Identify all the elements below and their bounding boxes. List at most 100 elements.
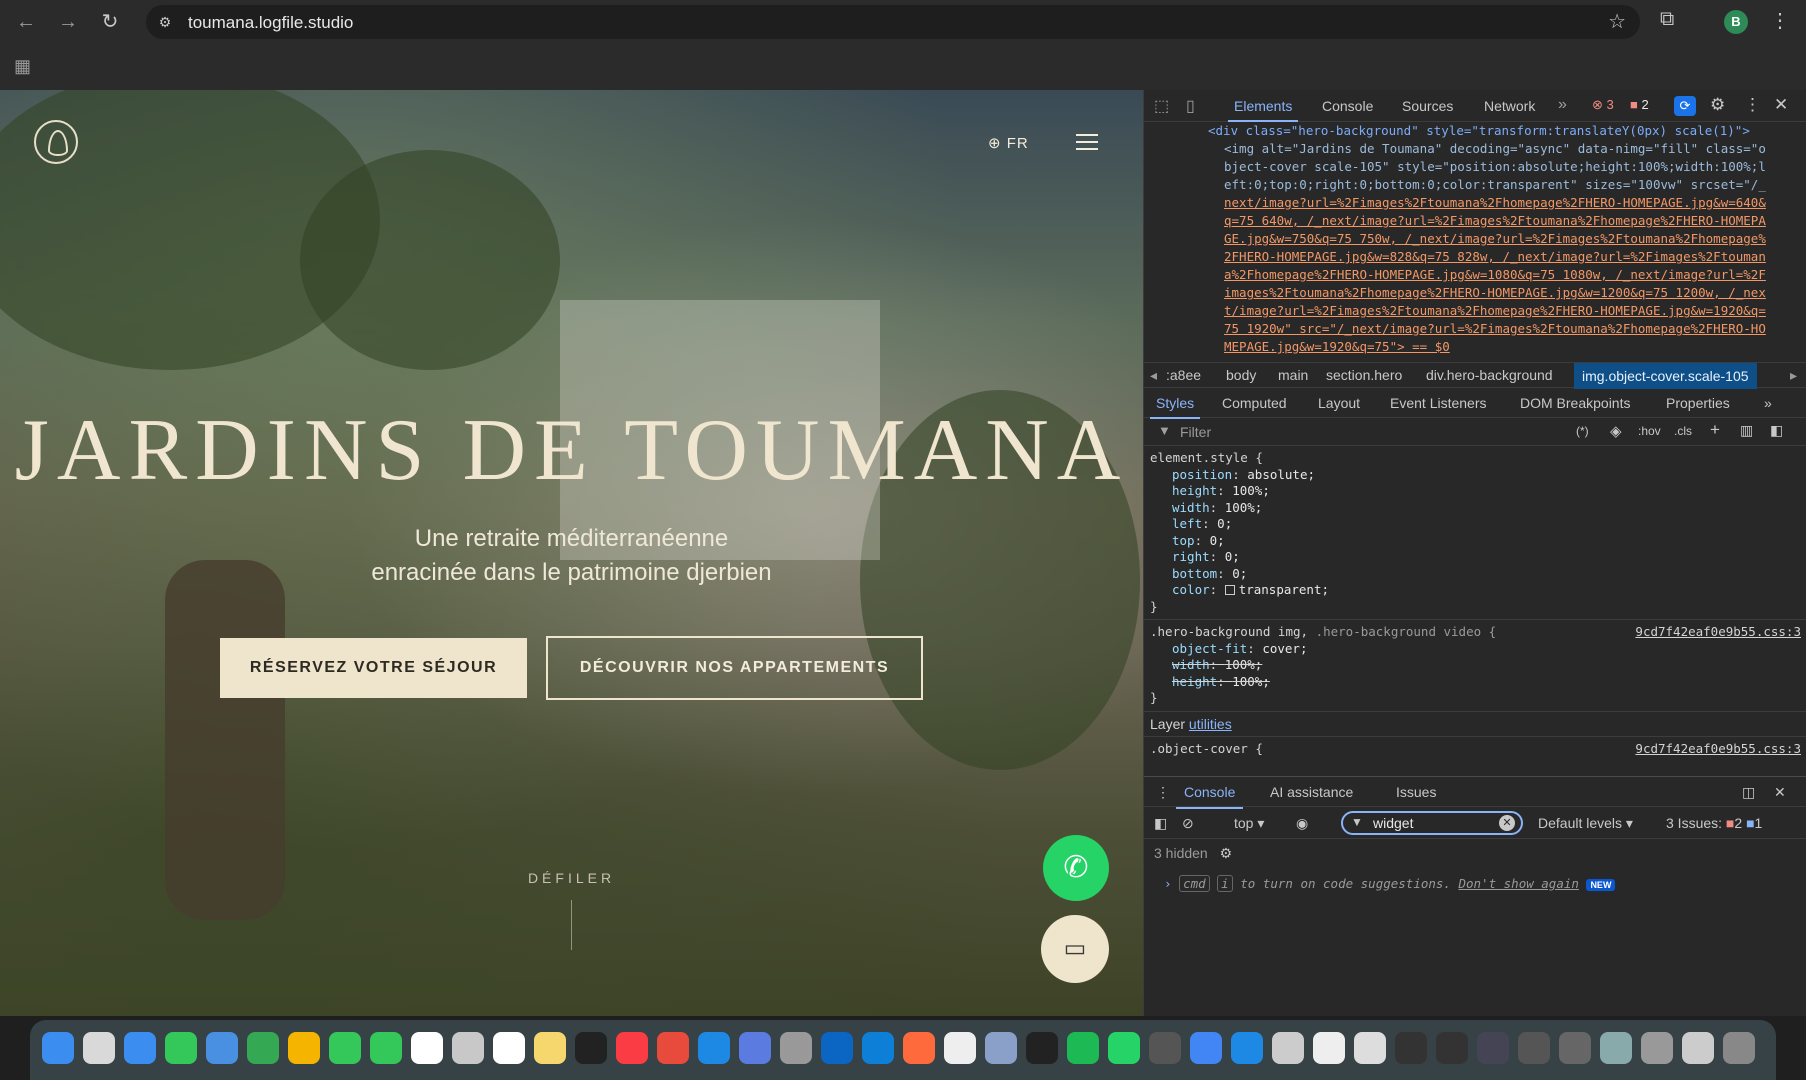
forward-icon[interactable]: → <box>54 8 82 36</box>
dom-tree-line[interactable]: a%2Fhomepage%2FHERO-HOMEPAGE.jpg&w=1080&… <box>1152 266 1806 284</box>
profile-avatar[interactable]: B <box>1724 10 1748 34</box>
url-text[interactable]: toumana.logfile.studio <box>188 13 353 33</box>
log-levels-dropdown[interactable]: Default levels ▾ <box>1538 815 1633 832</box>
stylesheet-source-link[interactable]: 9cd7f42eaf0e9b55.css:3 <box>1635 624 1801 641</box>
css-declaration[interactable]: object-fit: cover; <box>1150 641 1801 658</box>
error-count-badge[interactable]: ⊗ 3 <box>1592 97 1614 113</box>
tab-sources[interactable]: Sources <box>1402 98 1453 114</box>
dock-app-icon[interactable] <box>534 1032 566 1064</box>
dock-app-icon[interactable] <box>575 1032 607 1064</box>
dock-app-icon[interactable] <box>903 1032 935 1064</box>
dom-tree-line[interactable]: bject-cover scale-105" style="position:a… <box>1152 158 1806 176</box>
css-declaration[interactable]: position: absolute; <box>1150 467 1801 484</box>
dock-app-icon[interactable] <box>1026 1032 1058 1064</box>
dock-app-icon[interactable] <box>739 1032 771 1064</box>
reserve-button[interactable]: RÉSERVEZ VOTRE SÉJOUR <box>220 638 527 698</box>
dock-app-icon[interactable] <box>288 1032 320 1064</box>
css-declaration[interactable]: right: 0; <box>1150 549 1801 566</box>
dock-app-icon[interactable] <box>1108 1032 1140 1064</box>
drawer-tab-ai-assistance[interactable]: AI assistance <box>1270 784 1353 800</box>
tab-elements[interactable]: Elements <box>1227 98 1299 122</box>
breadcrumb-item[interactable]: div.hero-background <box>1426 367 1553 383</box>
close-devtools-icon[interactable]: ✕ <box>1774 95 1788 115</box>
layers-icon[interactable]: ◈ <box>1610 422 1622 440</box>
dom-tree-line[interactable]: q=75 640w, /_next/image?url=%2Fimages%2F… <box>1152 212 1806 230</box>
css-declaration[interactable]: color: transparent; <box>1150 582 1801 599</box>
dock-app-icon[interactable] <box>821 1032 853 1064</box>
dock-app-icon[interactable] <box>411 1032 443 1064</box>
extensions-icon[interactable]: ⧉ <box>1660 8 1674 31</box>
dom-tree-line[interactable]: <div class="hero-background" style="tran… <box>1152 122 1806 140</box>
subtab-layout[interactable]: Layout <box>1318 395 1360 411</box>
subtab-computed[interactable]: Computed <box>1222 395 1287 411</box>
dock-app-icon[interactable] <box>1477 1032 1509 1064</box>
dock-app-icon[interactable] <box>370 1032 402 1064</box>
dock-app-icon[interactable] <box>83 1032 115 1064</box>
dock-app-icon[interactable] <box>1559 1032 1591 1064</box>
context-selector[interactable]: top ▾ <box>1234 815 1264 832</box>
back-icon[interactable]: ← <box>12 8 40 36</box>
subtab-styles[interactable]: Styles <box>1149 395 1201 419</box>
devtools-menu-icon[interactable]: ⋮ <box>1744 95 1761 115</box>
console-settings-gear-icon[interactable]: ⚙ <box>1220 845 1233 861</box>
css-declaration-overridden[interactable]: height: 100%; <box>1150 674 1801 691</box>
dom-tree-line[interactable]: GE.jpg&w=750&q=75 750w, /_next/image?url… <box>1152 230 1806 248</box>
breadcrumb-item-active[interactable]: img.object-cover.scale-105 <box>1574 363 1757 389</box>
dom-tree-line[interactable]: 75 1920w" src="/_next/image?url=%2Fimage… <box>1152 320 1806 338</box>
dock-app-icon[interactable] <box>1395 1032 1427 1064</box>
dock-app-icon[interactable] <box>944 1032 976 1064</box>
css-declaration[interactable]: top: 0; <box>1150 533 1801 550</box>
dock-app-icon[interactable] <box>1641 1032 1673 1064</box>
dock-app-icon[interactable] <box>493 1032 525 1064</box>
device-toolbar-icon[interactable]: ▯ <box>1186 96 1195 116</box>
paint-icon[interactable]: ▥ <box>1740 422 1753 439</box>
discover-apartments-button[interactable]: DÉCOUVRIR NOS APPARTEMENTS <box>546 636 923 700</box>
breadcrumb-scroll-right-icon[interactable]: ▸ <box>1790 367 1797 384</box>
dock-app-icon[interactable] <box>1682 1032 1714 1064</box>
bookmark-star-icon[interactable]: ☆ <box>1608 9 1626 34</box>
tab-console[interactable]: Console <box>1322 98 1373 114</box>
language-switcher[interactable]: ⊕ FR <box>988 134 1029 152</box>
dock-app-icon[interactable] <box>862 1032 894 1064</box>
breadcrumb-item[interactable]: body <box>1226 367 1256 383</box>
dom-tree-line[interactable]: next/image?url=%2Fimages%2Ftoumana%2Fhom… <box>1152 194 1806 212</box>
dock-app-icon[interactable] <box>42 1032 74 1064</box>
hamburger-menu-icon[interactable] <box>1076 134 1098 152</box>
dock-app-icon[interactable] <box>1272 1032 1304 1064</box>
breadcrumb-item[interactable]: main <box>1278 367 1308 383</box>
dock-app-icon[interactable] <box>1436 1032 1468 1064</box>
dock-app-icon[interactable] <box>1518 1032 1550 1064</box>
sidebar-toggle-icon[interactable]: ◧ <box>1770 422 1783 439</box>
dock-app-icon[interactable] <box>698 1032 730 1064</box>
console-filter-input[interactable]: ▼ widget ✕ <box>1341 811 1523 835</box>
dock-app-icon[interactable] <box>165 1032 197 1064</box>
dom-tree-line[interactable]: MEPAGE.jpg&w=1920&q=75"> == $0 <box>1152 338 1806 356</box>
css-declaration[interactable]: width: 100%; <box>1150 500 1801 517</box>
dock-app-icon[interactable] <box>1354 1032 1386 1064</box>
dom-tree-line[interactable]: 2FHERO-HOMEPAGE.jpg&w=828&q=75 828w, /_n… <box>1152 248 1806 266</box>
dock-drawer-icon[interactable]: ◫ <box>1742 784 1755 801</box>
site-info-icon[interactable]: ⚙ <box>156 13 174 31</box>
dom-tree[interactable]: <div class="hero-background" style="tran… <box>1144 122 1806 362</box>
ai-sync-icon[interactable]: ⟳ <box>1674 96 1696 116</box>
dom-tree-line[interactable]: t/image?url=%2Fimages%2Ftoumana%2Fhomepa… <box>1152 302 1806 320</box>
dock-app-icon[interactable] <box>1600 1032 1632 1064</box>
dock-app-icon[interactable] <box>1149 1032 1181 1064</box>
address-bar[interactable]: ⚙ toumana.logfile.studio ☆ <box>146 5 1640 39</box>
live-expression-eye-icon[interactable]: ◉ <box>1296 815 1308 832</box>
subtab-event-listeners[interactable]: Event Listeners <box>1390 395 1487 411</box>
dock-app-icon[interactable] <box>124 1032 156 1064</box>
browser-menu-icon[interactable]: ⋮ <box>1770 8 1790 33</box>
dock-app-icon[interactable] <box>1231 1032 1263 1064</box>
site-logo[interactable] <box>34 120 78 164</box>
issues-counter[interactable]: 3 Issues: ■2 ■1 <box>1666 815 1762 831</box>
dock-app-icon[interactable] <box>657 1032 689 1064</box>
stylesheet-source-link[interactable]: 9cd7f42eaf0e9b55.css:3 <box>1635 741 1801 758</box>
css-declaration[interactable]: bottom: 0; <box>1150 566 1801 583</box>
more-subtabs-icon[interactable]: » <box>1764 395 1772 411</box>
dock-app-icon[interactable] <box>1067 1032 1099 1064</box>
close-drawer-icon[interactable]: ✕ <box>1774 784 1786 801</box>
dock-app-icon[interactable] <box>985 1032 1017 1064</box>
dock-app-icon[interactable] <box>452 1032 484 1064</box>
console-prompt[interactable]: › cmd i to turn on code suggestions. Don… <box>1164 875 1616 892</box>
